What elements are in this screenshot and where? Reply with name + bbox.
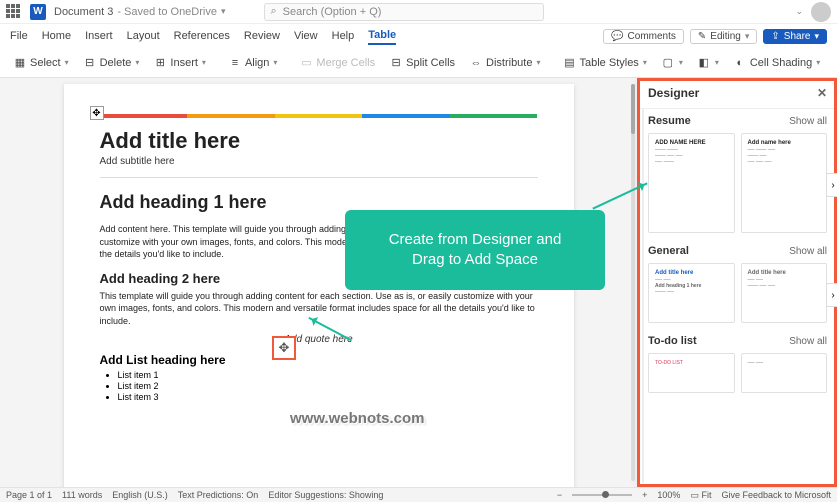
comment-icon: 💬 <box>611 31 623 42</box>
distribute-button[interactable]: ⇔Distribute▾ <box>464 54 545 72</box>
table-toolbar: ▦Select▾ ⊟Delete▾ ⊞Insert▾ ≡Align▾ ▭Merg… <box>0 48 837 78</box>
list-heading[interactable]: Add List heading here <box>100 353 538 367</box>
delete-icon: ⊟ <box>83 56 97 70</box>
doc-name-text: Document 3 <box>54 6 113 18</box>
show-all-link[interactable]: Show all <box>789 246 827 257</box>
align-button[interactable]: ≡Align▾ <box>223 54 282 72</box>
distribute-icon: ⇔ <box>469 56 483 70</box>
app-launcher-icon[interactable] <box>6 4 22 20</box>
bullet-list[interactable]: List item 1 List item 2 List item 3 <box>100 370 538 402</box>
ribbon-toggle-icon[interactable]: ⌄ <box>795 6 803 17</box>
select-icon: ▦ <box>13 56 27 70</box>
tab-layout[interactable]: Layout <box>127 28 160 44</box>
border-icon: ▢ <box>661 56 675 70</box>
zoom-in-icon[interactable]: + <box>642 490 647 500</box>
tab-view[interactable]: View <box>294 28 318 44</box>
tab-help[interactable]: Help <box>332 28 355 44</box>
section-general: General <box>648 245 689 257</box>
zoom-level[interactable]: 100% <box>657 490 680 500</box>
tab-insert[interactable]: Insert <box>85 28 113 44</box>
show-all-link[interactable]: Show all <box>789 116 827 127</box>
chevron-right-icon[interactable]: › <box>826 283 837 307</box>
shading-icon: ◐ <box>733 56 747 70</box>
doc-subtitle[interactable]: Add subtitle here <box>100 156 538 167</box>
editor-suggestions[interactable]: Editor Suggestions: Showing <box>268 490 383 500</box>
cell-shading-button[interactable]: ◐Cell Shading▾ <box>728 54 825 72</box>
quote-placeholder[interactable]: Add quote here <box>100 334 538 345</box>
split-icon: ⊟ <box>389 56 403 70</box>
select-button[interactable]: ▦Select▾ <box>8 54 74 72</box>
delete-button[interactable]: ⊟Delete▾ <box>78 54 145 72</box>
feedback-link[interactable]: Give Feedback to Microsoft <box>721 490 831 500</box>
border-color-button[interactable]: ◧▾ <box>692 54 724 72</box>
border-color-icon: ◧ <box>697 56 711 70</box>
section-todo: To-do list <box>648 335 697 347</box>
fit-button[interactable]: ▭ Fit <box>690 490 711 501</box>
designer-pane: Designer ✕ Resume Show all ADD NAME HERE… <box>637 78 837 487</box>
editing-mode-button[interactable]: ✎Editing▾ <box>690 29 758 44</box>
canvas-scrollbar[interactable] <box>631 84 635 481</box>
word-app-icon: W <box>30 4 46 20</box>
template-card[interactable]: Add title here── ──Add heading 1 here───… <box>648 263 735 323</box>
close-icon[interactable]: ✕ <box>817 86 827 100</box>
table-styles-button[interactable]: ▤Table Styles▾ <box>558 54 652 72</box>
tab-home[interactable]: Home <box>42 28 71 44</box>
merge-cells-button: ▭Merge Cells <box>294 54 380 72</box>
border-style-button[interactable]: ▢▾ <box>656 54 688 72</box>
save-status: - Saved to OneDrive <box>117 6 217 18</box>
search-placeholder: Search (Option + Q) <box>283 6 382 18</box>
align-icon: ≡ <box>228 56 242 70</box>
chevron-down-icon[interactable]: ▾ <box>221 6 226 17</box>
insert-button[interactable]: ⊞Insert▾ <box>148 54 211 72</box>
insert-icon: ⊞ <box>153 56 167 70</box>
template-card[interactable]: Add title here── ───── ── ── <box>741 263 828 323</box>
status-bar: Page 1 of 1 111 words English (U.S.) Tex… <box>0 487 837 502</box>
title-bar: W Document 3 - Saved to OneDrive ▾ ⌕ Sea… <box>0 0 837 24</box>
user-avatar[interactable] <box>811 2 831 22</box>
chevron-right-icon[interactable]: › <box>826 173 837 197</box>
share-icon: ⇪ <box>771 31 779 42</box>
styles-icon: ▤ <box>563 56 577 70</box>
share-button[interactable]: ⇪Share▾ <box>763 29 827 44</box>
doc-title[interactable]: Add title here <box>100 128 538 154</box>
tab-table[interactable]: Table <box>368 27 396 45</box>
table-move-handle[interactable]: ✥ <box>90 106 104 120</box>
page-indicator[interactable]: Page 1 of 1 <box>6 490 52 500</box>
designer-title: Designer <box>648 86 699 100</box>
show-all-link[interactable]: Show all <box>789 336 827 347</box>
comments-button[interactable]: 💬Comments <box>603 29 684 44</box>
text-predictions[interactable]: Text Predictions: On <box>178 490 259 500</box>
color-divider <box>100 114 538 118</box>
merge-icon: ▭ <box>299 56 313 70</box>
language-indicator[interactable]: English (U.S.) <box>112 490 168 500</box>
menu-bar: File Home Insert Layout References Revie… <box>0 24 837 48</box>
template-card[interactable]: Add name here── ─── ───── ──── ── ── <box>741 133 828 233</box>
zoom-slider[interactable] <box>572 494 632 496</box>
zoom-out-icon[interactable]: − <box>557 490 562 500</box>
split-cells-button[interactable]: ⊟Split Cells <box>384 54 460 72</box>
template-card[interactable]: ADD NAME HERE─── ────── ── ──── ─── <box>648 133 735 233</box>
tab-file[interactable]: File <box>10 28 28 44</box>
annotation-callout: Create from Designer andDrag to Add Spac… <box>345 210 605 290</box>
list-item[interactable]: List item 1 <box>118 370 538 380</box>
template-card[interactable]: ── ── <box>741 353 828 393</box>
document-name[interactable]: Document 3 - Saved to OneDrive ▾ <box>54 6 226 18</box>
tab-references[interactable]: References <box>174 28 230 44</box>
list-item[interactable]: List item 3 <box>118 392 538 402</box>
list-item[interactable]: List item 2 <box>118 381 538 391</box>
tab-review[interactable]: Review <box>244 28 280 44</box>
search-icon: ⌕ <box>271 5 277 18</box>
template-card[interactable]: TO-DO LIST <box>648 353 735 393</box>
pencil-icon: ✎ <box>698 31 706 42</box>
watermark-text: www.webnots.com <box>290 410 424 427</box>
section-resume: Resume <box>648 115 691 127</box>
drag-space-handle[interactable]: ✥ <box>272 336 296 360</box>
search-input[interactable]: ⌕ Search (Option + Q) <box>264 3 544 21</box>
word-count[interactable]: 111 words <box>62 490 102 500</box>
